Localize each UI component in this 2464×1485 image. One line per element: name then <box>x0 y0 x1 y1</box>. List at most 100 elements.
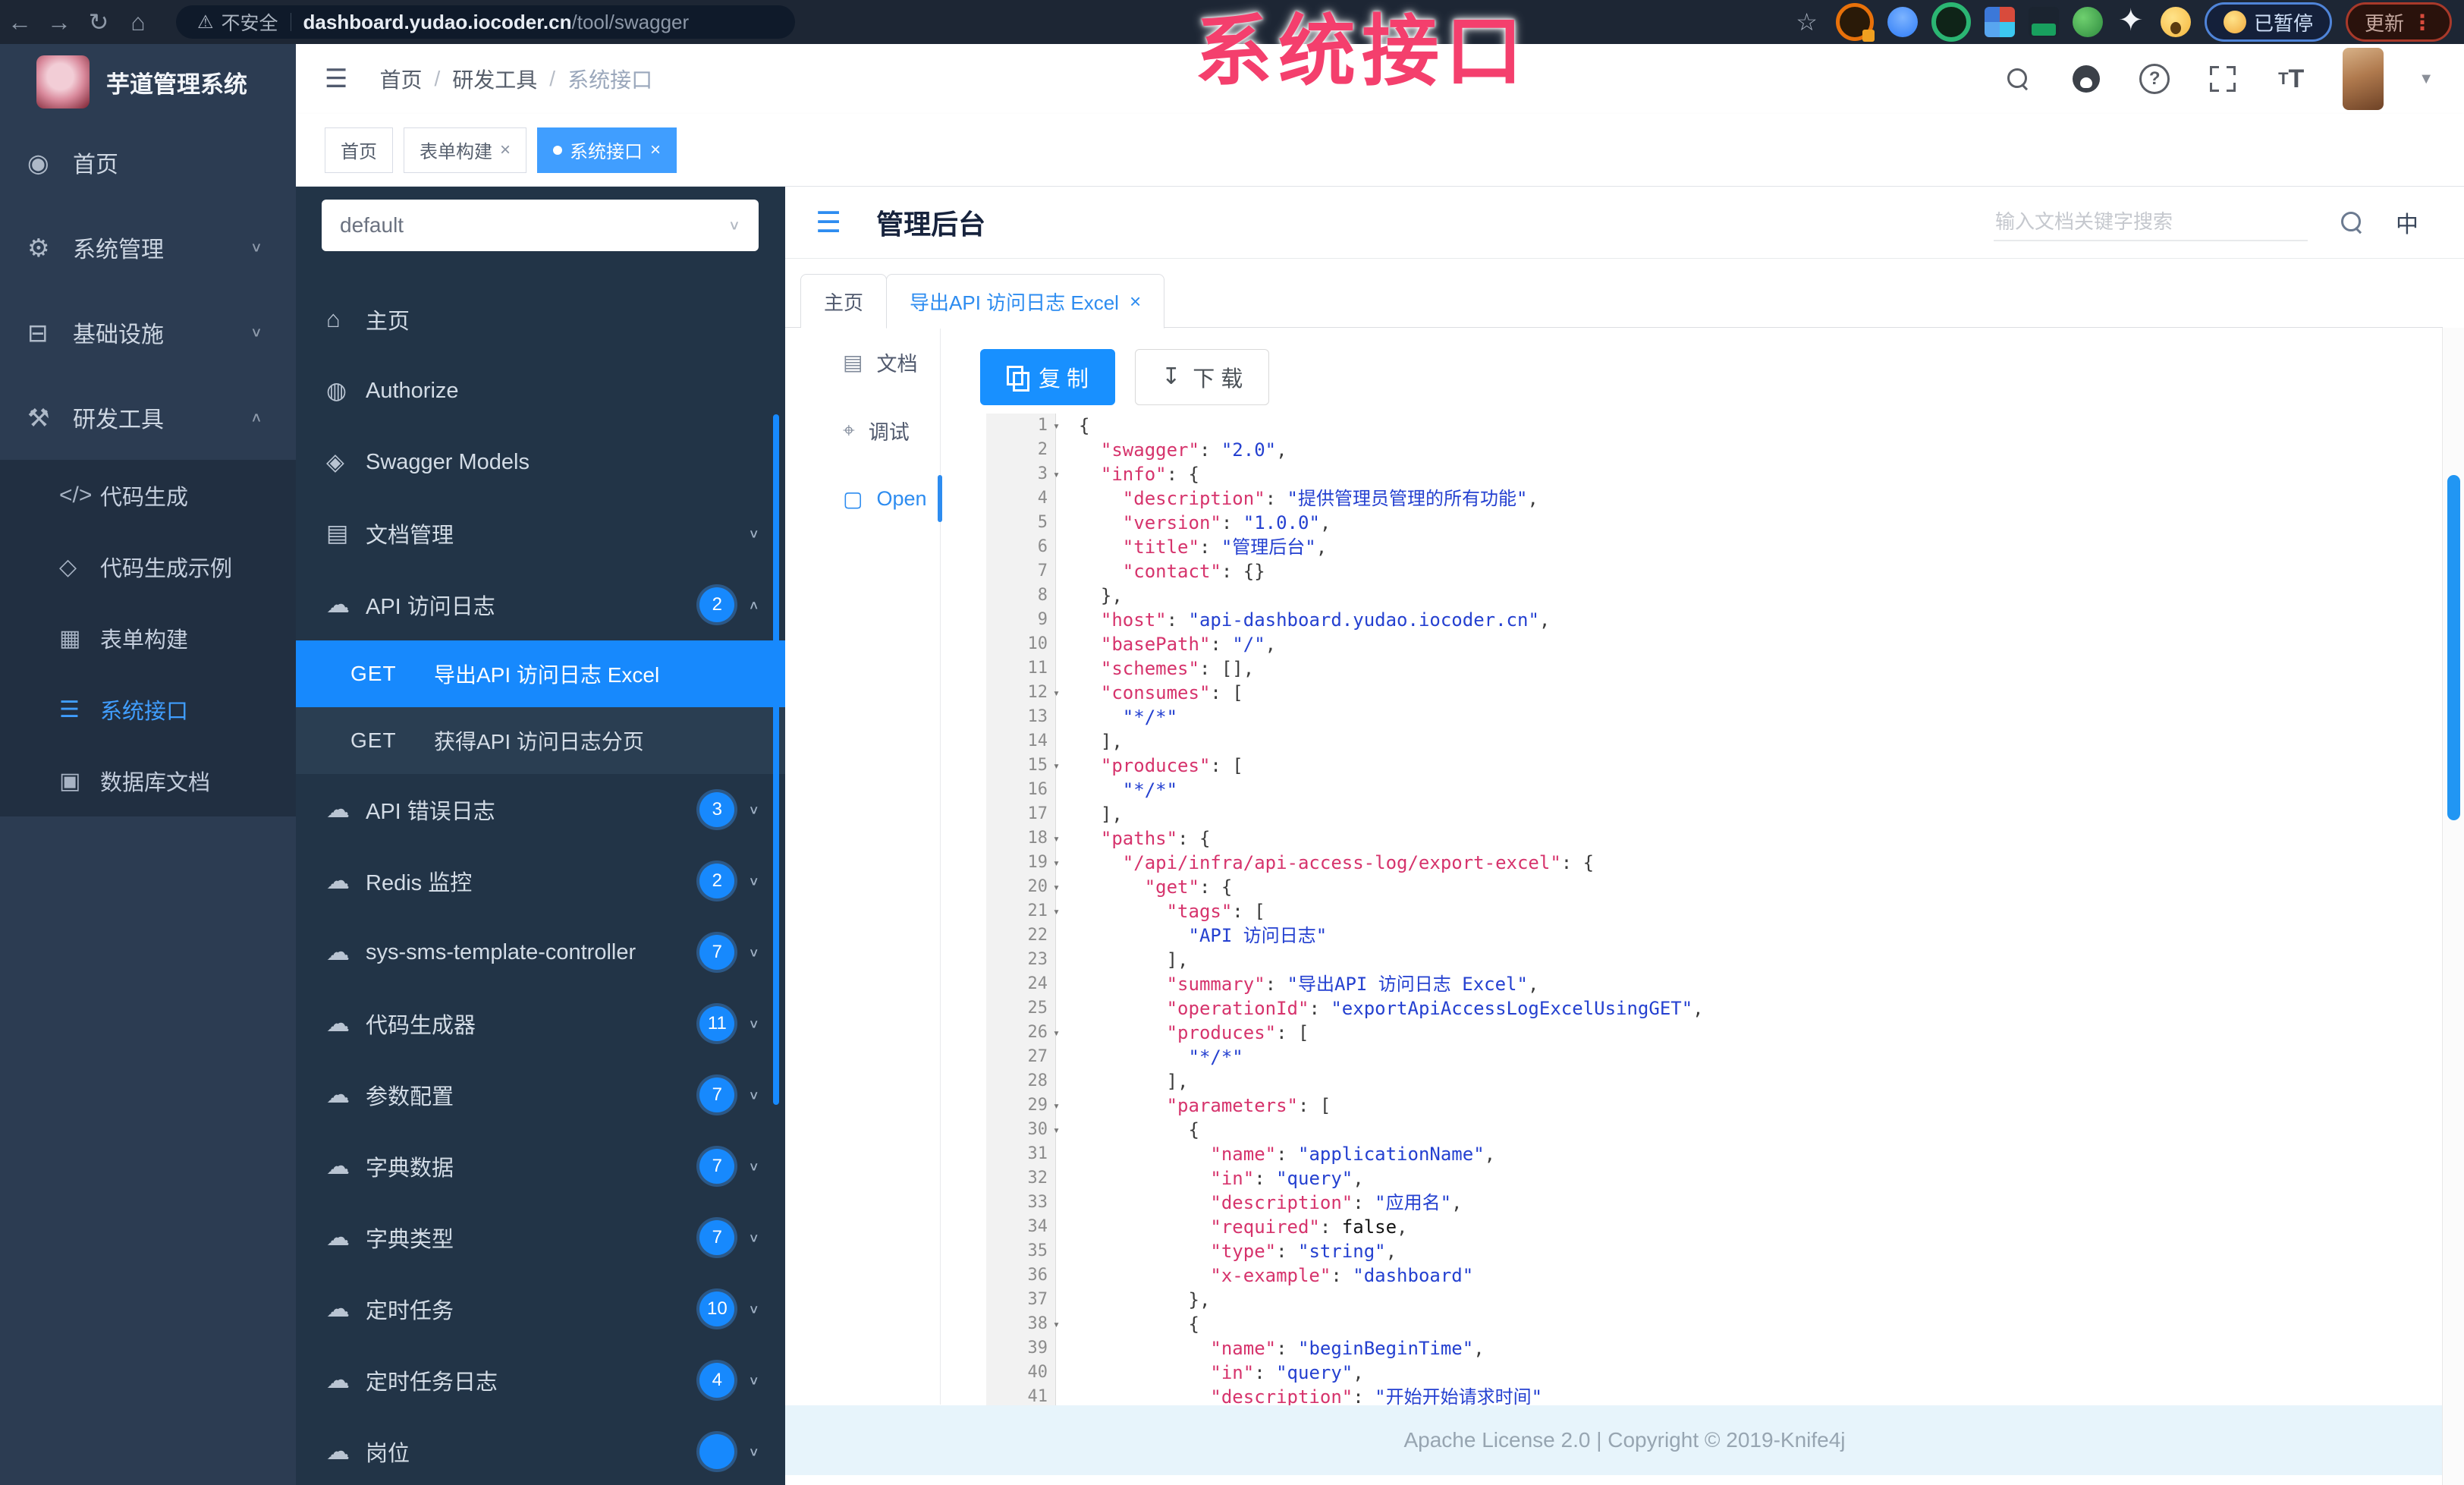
copy-button[interactable]: 复 制 <box>980 349 1116 405</box>
blue-drop-extension-icon[interactable] <box>1887 7 1918 37</box>
sidebar-subitem-代码生成示例[interactable]: ◇ 代码生成示例 <box>0 531 296 602</box>
swagger-item-定时任务[interactable]: ☁ 定时任务 10 ∨ <box>296 1273 785 1345</box>
fold-caret-icon[interactable]: ▾ <box>1053 1093 1060 1118</box>
fold-caret-icon[interactable]: ▾ <box>1053 1021 1060 1045</box>
fold-caret-icon[interactable]: ▾ <box>1053 875 1060 899</box>
emoji-extension-icon[interactable] <box>2160 7 2191 37</box>
help-icon[interactable]: ? <box>2138 62 2171 96</box>
breadcrumb-item[interactable]: 首页 <box>379 64 422 94</box>
swagger-item-字典数据[interactable]: ☁ 字典数据 7 ∨ <box>296 1131 785 1202</box>
endpoint-导出API 访问日志 Excel[interactable]: GET 导出API 访问日志 Excel <box>296 640 785 707</box>
chevron-down-icon[interactable]: ▼ <box>2418 71 2434 88</box>
swagger-item-定时任务日志[interactable]: ☁ 定时任务日志 4 ∨ <box>296 1345 785 1416</box>
dark-bottle-extension-icon[interactable] <box>2028 7 2059 37</box>
swagger-item-sys-sms-template-controller[interactable]: ☁ sys-sms-template-controller 7 ∨ <box>296 917 785 988</box>
fold-caret-icon[interactable]: ▾ <box>1053 899 1060 923</box>
scrollbar-thumb[interactable] <box>2447 475 2460 820</box>
fold-caret-icon[interactable]: ▾ <box>1053 1118 1060 1142</box>
sidebar-item-研发工具[interactable]: ⚒ 研发工具 ∧ <box>0 375 296 460</box>
copy-icon <box>1007 366 1029 392</box>
api-group-select[interactable]: default ∨ <box>322 200 759 251</box>
breadcrumb-item[interactable]: 研发工具 <box>452 64 537 94</box>
cloud-icon: ☁ <box>326 1367 350 1393</box>
sidebar-subitem-表单构建[interactable]: ▦ 表单构建 <box>0 602 296 674</box>
fold-caret-icon[interactable]: ▾ <box>1053 754 1060 778</box>
doc-search-input[interactable] <box>1994 203 2308 241</box>
green-leaf-extension-icon[interactable] <box>2072 7 2103 37</box>
endpoint-获得API 访问日志分页[interactable]: GET 获得API 访问日志分页 <box>296 707 785 774</box>
close-icon[interactable]: × <box>500 140 511 161</box>
browser-reload-icon[interactable]: ↻ <box>79 8 118 36</box>
sidebar-item-基础设施[interactable]: ⊟ 基础设施 ∨ <box>0 290 296 375</box>
code-text: ], <box>1079 1071 1189 1092</box>
sidebar-item-首页[interactable]: ◉ 首页 <box>0 120 296 205</box>
fold-caret-icon[interactable]: ▾ <box>1053 1312 1060 1336</box>
sidebar-subitem-数据库文档[interactable]: ▣ 数据库文档 <box>0 745 296 816</box>
font-size-icon[interactable]: TT <box>2274 62 2308 96</box>
chevron-down-icon: ∨ <box>748 1445 759 1459</box>
sidebar-subitem-系统接口[interactable]: ☰ 系统接口 <box>0 674 296 745</box>
close-icon[interactable]: × <box>1130 290 1141 313</box>
swagger-item-Authorize[interactable]: ◍ Authorize <box>296 355 785 426</box>
search-icon[interactable] <box>2335 206 2368 239</box>
swagger-item-API 访问日志[interactable]: ☁ API 访问日志 2 ∧ <box>296 569 785 640</box>
fold-caret-icon[interactable]: ▾ <box>1053 462 1060 486</box>
white-star-extension-icon[interactable] <box>2117 5 2147 37</box>
address-bar[interactable]: ⚠ 不安全 dashboard.yudao.iocoder.cn /tool/s… <box>176 5 795 39</box>
swagger-sidebar: default ∨ ⌂ 主页 ◍ Authorize ◈ Swagger Models ▤ 文… <box>296 187 785 1485</box>
sidebar-scrollbar[interactable] <box>773 414 779 1105</box>
sidebar-item-系统管理[interactable]: ⚙ 系统管理 ∨ <box>0 205 296 290</box>
tag-表单构建[interactable]: 表单构建 × <box>404 127 527 173</box>
app-logo-row[interactable]: 芋道管理系统 <box>0 44 296 120</box>
browser-home-icon[interactable]: ⌂ <box>118 8 158 36</box>
sidebar-subitem-代码生成[interactable]: </> 代码生成 <box>0 460 296 531</box>
update-button[interactable]: 更新 ⋮ <box>2345 2 2452 42</box>
swagger-item-Redis 监控[interactable]: ☁ Redis 监控 2 ∨ <box>296 845 785 917</box>
browser-forward-icon[interactable]: → <box>39 8 79 36</box>
green-ring-extension-icon[interactable] <box>1931 2 1971 42</box>
code-editor[interactable]: 1 ▾{2 "swagger": "2.0", 3 ▾ "info": {4 "des… <box>986 414 2443 1405</box>
sidebar-item-label: 基础设施 <box>73 322 164 348</box>
side-tab-文档[interactable]: ▤ 文档 <box>785 328 940 396</box>
swagger-item-label: 定时任务 <box>366 1299 454 1323</box>
github-icon[interactable] <box>2070 62 2103 96</box>
search-icon[interactable] <box>2001 62 2035 96</box>
file-icon: ▢ <box>843 486 863 511</box>
swagger-item-文档管理[interactable]: ▤ 文档管理 ∨ <box>296 498 785 569</box>
orange-extension-icon[interactable] <box>1835 3 1875 42</box>
line-number: 18 ▾ <box>986 826 1060 851</box>
fold-caret-icon[interactable]: ▾ <box>1053 851 1060 875</box>
code-line: 6 "title": "管理后台", <box>986 535 2443 559</box>
swagger-item-字典类型[interactable]: ☁ 字典类型 7 ∨ <box>296 1202 785 1273</box>
swagger-item-API 错误日志[interactable]: ☁ API 错误日志 3 ∨ <box>296 774 785 845</box>
language-toggle[interactable]: 中 <box>2396 206 2418 239</box>
tag-系统接口[interactable]: 系统接口 × <box>537 127 677 173</box>
user-avatar[interactable] <box>2343 48 2384 110</box>
fold-caret-icon[interactable]: ▾ <box>1053 681 1060 705</box>
paused-button[interactable]: 已暂停 <box>2204 2 2332 42</box>
swagger-item-主页[interactable]: ⌂ 主页 <box>296 284 785 355</box>
tab-导出API 访问日志 Excel[interactable]: 导出API 访问日志 Excel × <box>886 274 1165 329</box>
swagger-item-岗位[interactable]: ☁ 岗位 ∨ <box>296 1416 785 1485</box>
tag-首页[interactable]: 首页 <box>325 127 393 173</box>
code-text: "*/*" <box>1122 779 1178 801</box>
scrollbar-track[interactable] <box>2442 328 2464 1485</box>
collapse-sidebar-icon[interactable]: ☰ <box>816 206 841 240</box>
side-tab-Open[interactable]: ▢ Open <box>785 464 942 533</box>
tab-主页[interactable]: 主页 <box>800 274 888 328</box>
fold-caret-icon[interactable]: ▾ <box>1053 826 1060 851</box>
swagger-item-参数配置[interactable]: ☁ 参数配置 7 ∨ <box>296 1059 785 1131</box>
close-icon[interactable]: × <box>650 140 661 161</box>
fold-caret-icon[interactable]: ▾ <box>1053 414 1060 438</box>
download-button[interactable]: ↧ 下 载 <box>1135 349 1270 405</box>
browser-back-icon[interactable]: ← <box>0 8 39 36</box>
swagger-item-label: API 错误日志 <box>366 800 495 824</box>
swagger-item-Swagger Models[interactable]: ◈ Swagger Models <box>296 426 785 498</box>
side-tab-调试[interactable]: ⌖ 调试 <box>785 396 940 464</box>
hamburger-icon[interactable]: ☰ <box>325 64 347 94</box>
grid-extension-icon[interactable] <box>1984 7 2015 37</box>
bookmark-star-icon[interactable]: ☆ <box>1796 8 1818 36</box>
fullscreen-icon[interactable] <box>2206 62 2239 96</box>
swagger-item-代码生成器[interactable]: ☁ 代码生成器 11 ∨ <box>296 988 785 1059</box>
code-line: 24 "summary": "导出API 访问日志 Excel", <box>986 972 2443 996</box>
